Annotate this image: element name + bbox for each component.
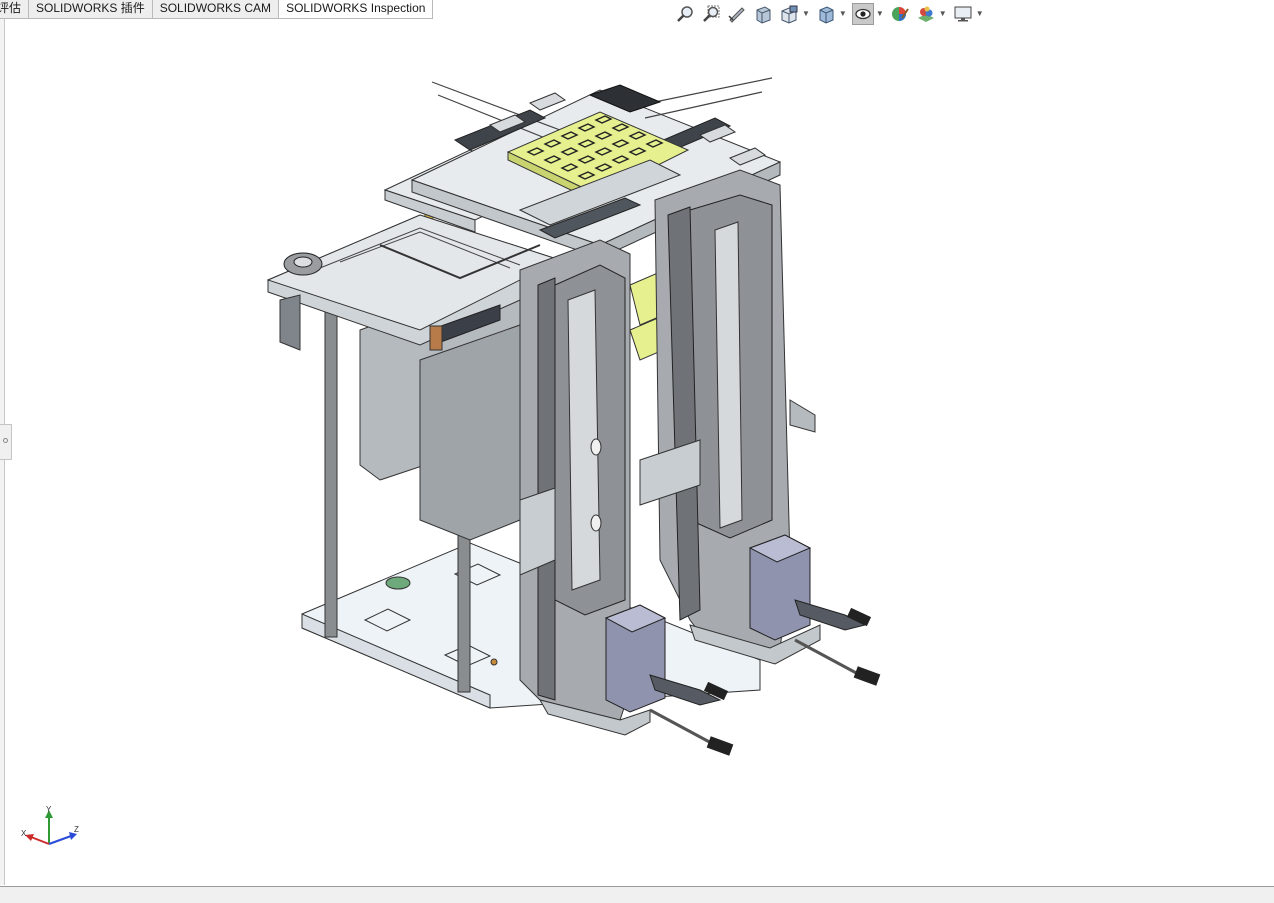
tab-solidworks-cam[interactable]: SOLIDWORKS CAM — [152, 0, 280, 19]
y-axis-label: Y — [46, 806, 52, 814]
tab-solidworks-addins[interactable]: SOLIDWORKS 插件 — [29, 0, 153, 19]
command-manager-tabs: 评估 SOLIDWORKS 插件 SOLIDWORKS CAM SOLIDWOR… — [0, 0, 434, 19]
x-axis-arrow — [30, 836, 50, 845]
x-axis-label: X — [21, 829, 27, 838]
z-axis-label: Z — [74, 825, 79, 834]
graphics-area[interactable]: Y Z X — [5, 20, 1274, 886]
cad-assembly-model[interactable] — [5, 20, 1274, 886]
coordinate-triad: Y Z X — [21, 806, 79, 845]
tab-solidworks-inspection[interactable]: SOLIDWORKS Inspection — [279, 0, 434, 19]
status-bar — [0, 886, 1274, 903]
z-axis-arrow — [48, 835, 72, 845]
tab-evaluate[interactable]: 评估 — [0, 0, 30, 19]
